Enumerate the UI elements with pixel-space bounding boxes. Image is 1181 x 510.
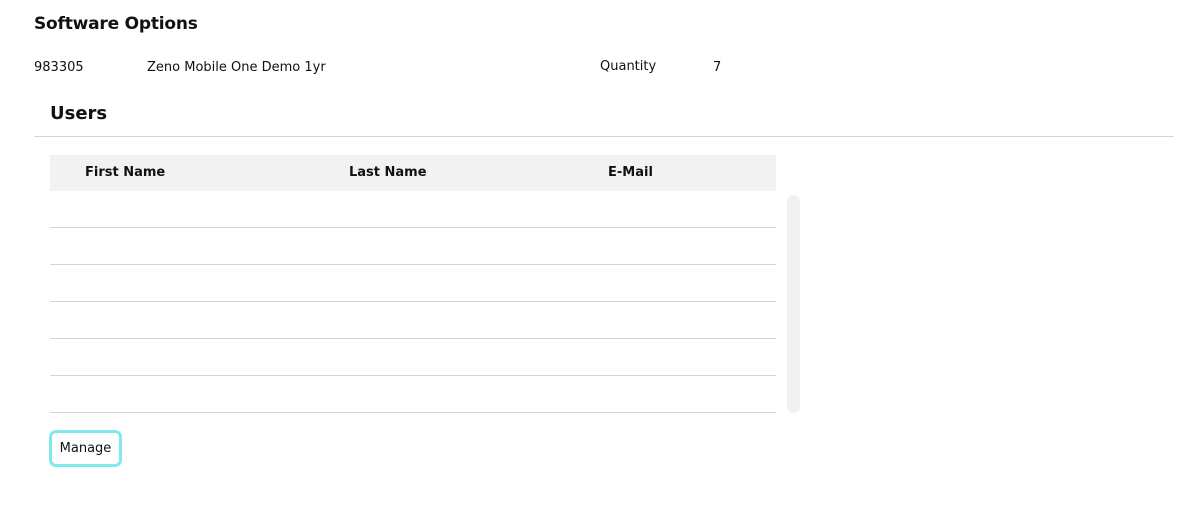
table-row[interactable] <box>50 191 776 228</box>
table-header: First Name Last Name E-Mail <box>50 155 776 191</box>
quantity-value: 7 <box>713 60 722 75</box>
software-options-title: Software Options <box>34 14 198 34</box>
users-table: First Name Last Name E-Mail <box>50 155 776 413</box>
column-header-last-name: Last Name <box>349 165 427 180</box>
option-id: 983305 <box>34 60 84 75</box>
users-title: Users <box>50 103 108 124</box>
table-row[interactable] <box>50 265 776 302</box>
table-row[interactable] <box>50 339 776 376</box>
software-option-row: 983305 Zeno Mobile One Demo 1yr Quantity… <box>34 58 754 78</box>
table-row[interactable] <box>50 228 776 265</box>
quantity-label: Quantity <box>600 59 657 74</box>
table-row[interactable] <box>50 302 776 339</box>
column-header-email: E-Mail <box>608 165 653 180</box>
users-table-scrollbar[interactable] <box>787 195 800 413</box>
manage-button[interactable]: Manage <box>49 430 122 467</box>
table-body <box>50 191 776 413</box>
table-row[interactable] <box>50 376 776 413</box>
software-options-page: Software Options 983305 Zeno Mobile One … <box>0 0 1181 510</box>
column-header-first-name: First Name <box>85 165 166 180</box>
option-name: Zeno Mobile One Demo 1yr <box>147 60 326 75</box>
users-divider <box>34 136 1174 137</box>
